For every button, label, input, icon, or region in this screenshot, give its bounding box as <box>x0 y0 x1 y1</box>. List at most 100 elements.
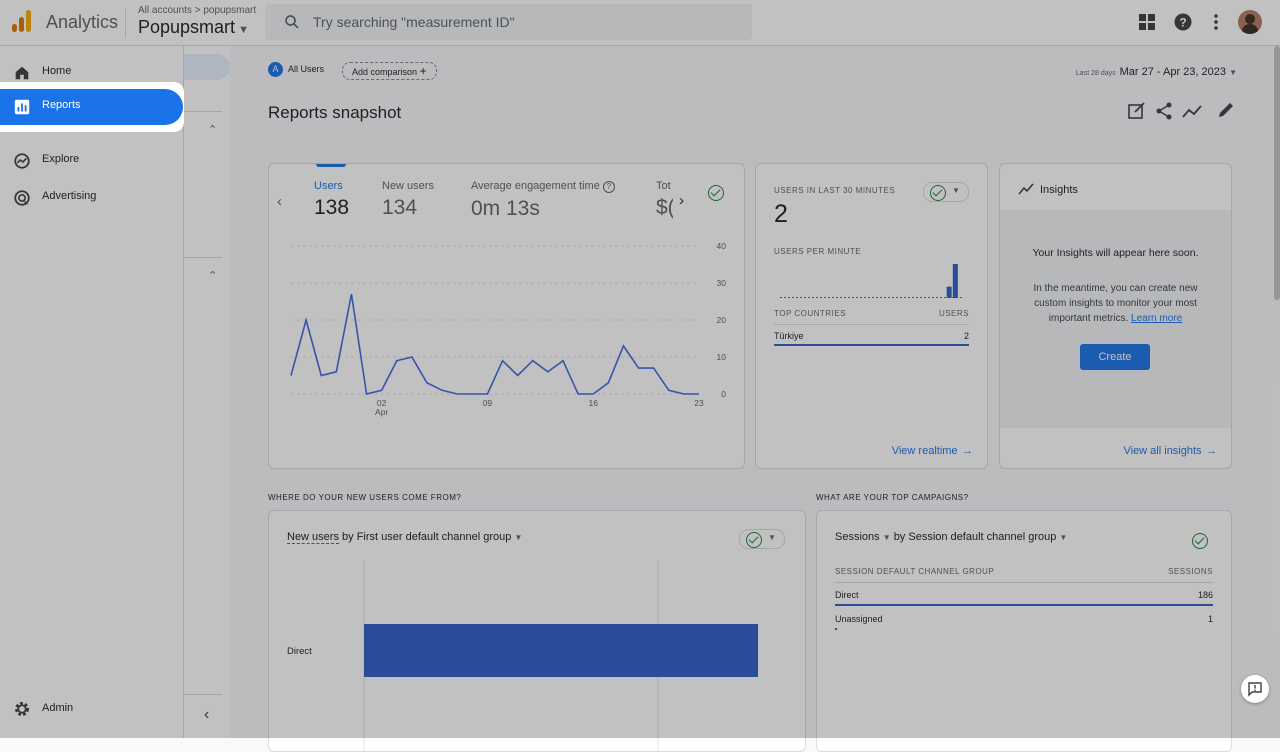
minute-bar <box>952 264 958 298</box>
metric-users[interactable]: Users 138 <box>314 180 349 220</box>
help-outline-icon[interactable]: ? <box>602 181 615 193</box>
subpanel-selected-item[interactable] <box>184 54 230 80</box>
realtime-users-value: 2 <box>774 200 788 228</box>
property-name: Popupsmart <box>138 17 236 37</box>
acquisition-selector[interactable]: New users by First user default channel … <box>287 531 522 544</box>
view-all-insights-label: View all insights <box>1123 445 1202 457</box>
chevron-up-icon[interactable]: ⌃ <box>208 269 217 282</box>
chevron-up-icon[interactable]: ⌃ <box>208 123 217 136</box>
arrow-right-icon: → <box>1206 445 1217 457</box>
check-circle-icon <box>1192 533 1208 549</box>
user-avatar[interactable] <box>1238 10 1262 34</box>
search-placeholder: Try searching "measurement ID" <box>313 14 515 30</box>
caret-down-icon: ▼ <box>952 186 960 195</box>
campaigns-metric[interactable]: Sessions <box>835 531 880 543</box>
more-vert-icon[interactable] <box>1206 12 1226 32</box>
acquisition-metric[interactable]: New users <box>287 531 339 544</box>
help-icon[interactable]: ? <box>1173 12 1193 32</box>
property-selector[interactable]: Popupsmart ▼ <box>138 17 249 38</box>
search-input[interactable]: Try searching "measurement ID" <box>265 4 752 40</box>
insights-title: Insights <box>1040 184 1078 196</box>
apps-grid-icon[interactable] <box>1137 12 1157 32</box>
insights-card: Insights Your Insights will appear here … <box>999 163 1232 469</box>
acquisition-dimension[interactable]: by First user default channel group <box>342 531 511 543</box>
realtime-status-chip[interactable]: ▼ <box>923 182 969 202</box>
add-comparison-label: Add comparison <box>352 67 418 77</box>
caret-down-icon: ▼ <box>1229 68 1237 77</box>
caret-down-icon: ▼ <box>768 533 776 542</box>
acquisition-card: New users by First user default channel … <box>268 510 806 752</box>
breadcrumb-account[interactable]: popupsmart <box>203 5 256 16</box>
country-row-name: Türkiye <box>774 331 804 341</box>
nav-label-home: Home <box>42 65 72 77</box>
nav-item-explore[interactable]: Explore <box>0 143 183 179</box>
account-breadcrumb[interactable]: All accounts > popupsmart <box>138 5 256 16</box>
view-all-insights-link[interactable]: View all insights → <box>1123 441 1217 459</box>
campaigns-dimension[interactable]: by Session default channel group <box>894 531 1057 543</box>
view-realtime-link[interactable]: View realtime → <box>892 441 973 459</box>
table-divider <box>774 324 969 325</box>
edit-pencil-icon[interactable] <box>1219 103 1233 117</box>
x-tick-label: Apr <box>375 407 388 417</box>
nav-item-advertising[interactable]: Advertising <box>0 180 183 216</box>
table-row-value: 1 <box>1207 614 1213 624</box>
x-tick-label: 16 <box>588 398 598 408</box>
collapse-chevron-left-icon[interactable]: ‹ <box>204 706 209 724</box>
app-title: Analytics <box>46 12 119 32</box>
gear-icon <box>15 702 29 716</box>
nav-item-reports[interactable]: Reports <box>0 89 183 125</box>
y-tick-label: 0 <box>721 389 726 399</box>
acquisition-section-title: WHERE DO YOUR NEW USERS COME FROM? <box>268 493 462 502</box>
check-circle-icon <box>708 185 724 201</box>
add-comparison-button[interactable]: Add comparison + <box>342 62 437 80</box>
breadcrumb-all-accounts[interactable]: All accounts <box>138 5 192 16</box>
col-header-sessions: SESSIONS <box>1168 567 1213 576</box>
table-divider <box>835 582 1213 583</box>
svg-text:?: ? <box>1179 16 1186 30</box>
chevron-right-icon[interactable]: › <box>679 192 684 209</box>
subpanel-divider <box>184 257 222 258</box>
date-range-picker[interactable]: Last 28 days Mar 27 - Apr 23, 2023 ▼ <box>1076 66 1237 78</box>
metric-label: New users <box>382 180 434 192</box>
y-tick-label: 30 <box>717 278 727 288</box>
learn-more-link[interactable]: Learn more <box>1131 313 1182 324</box>
page-title: Reports snapshot <box>268 103 402 122</box>
date-range-value: Mar 27 - Apr 23, 2023 <box>1119 66 1227 78</box>
create-insight-button[interactable]: Create <box>1080 344 1150 370</box>
metric-label: Users <box>314 180 343 192</box>
metric-new-users[interactable]: New users 134 <box>382 180 434 220</box>
all-users-chip[interactable]: A All Users <box>268 62 324 77</box>
metric-total-revenue[interactable]: Tot $( <box>656 180 673 220</box>
search-icon <box>285 15 299 29</box>
campaigns-selector[interactable]: Sessions ▼ by Session default channel gr… <box>835 531 1067 543</box>
chevron-left-icon[interactable]: ‹ <box>277 193 282 210</box>
subpanel-divider <box>184 111 222 112</box>
users-per-minute-label: USERS PER MINUTE <box>774 247 862 256</box>
y-tick-label: 20 <box>717 315 727 325</box>
analytics-logo-icon[interactable] <box>12 10 32 32</box>
subpanel-divider <box>184 694 222 695</box>
share-icon[interactable] <box>1156 102 1172 120</box>
metric-value: 0m 13s <box>471 197 540 220</box>
page-scrollbar[interactable] <box>1274 46 1280 300</box>
nav-item-admin[interactable]: Admin <box>0 694 183 724</box>
caret-down-icon: ▼ <box>882 533 891 542</box>
segment-badge: A <box>268 62 283 77</box>
y-tick-label: 10 <box>717 352 727 362</box>
acquisition-status-chip[interactable]: ▼ <box>739 529 785 549</box>
realtime-card: USERS IN LAST 30 MINUTES ▼ 2 USERS PER M… <box>755 163 988 469</box>
advertising-icon <box>14 190 30 206</box>
home-icon <box>15 66 29 80</box>
metric-value: $( <box>656 196 673 219</box>
top-bar: Analytics All accounts > popupsmart Popu… <box>0 0 1280 46</box>
date-range-prefix: Last 28 days <box>1075 70 1116 77</box>
users-line-chart: 01020304002Apr09 16 23 <box>290 241 727 417</box>
campaigns-section-title: WHAT ARE YOUR TOP CAMPAIGNS? <box>816 493 969 502</box>
breadcrumb-separator: > <box>194 5 201 16</box>
customize-report-icon[interactable] <box>1128 102 1145 119</box>
feedback-button[interactable] <box>1241 675 1269 703</box>
table-row-bar <box>835 604 1213 606</box>
metric-avg-engagement[interactable]: Average engagement time ? 0m 13s <box>471 180 615 221</box>
insights-trend-icon[interactable] <box>1182 105 1202 118</box>
insights-trend-icon <box>1018 183 1034 195</box>
